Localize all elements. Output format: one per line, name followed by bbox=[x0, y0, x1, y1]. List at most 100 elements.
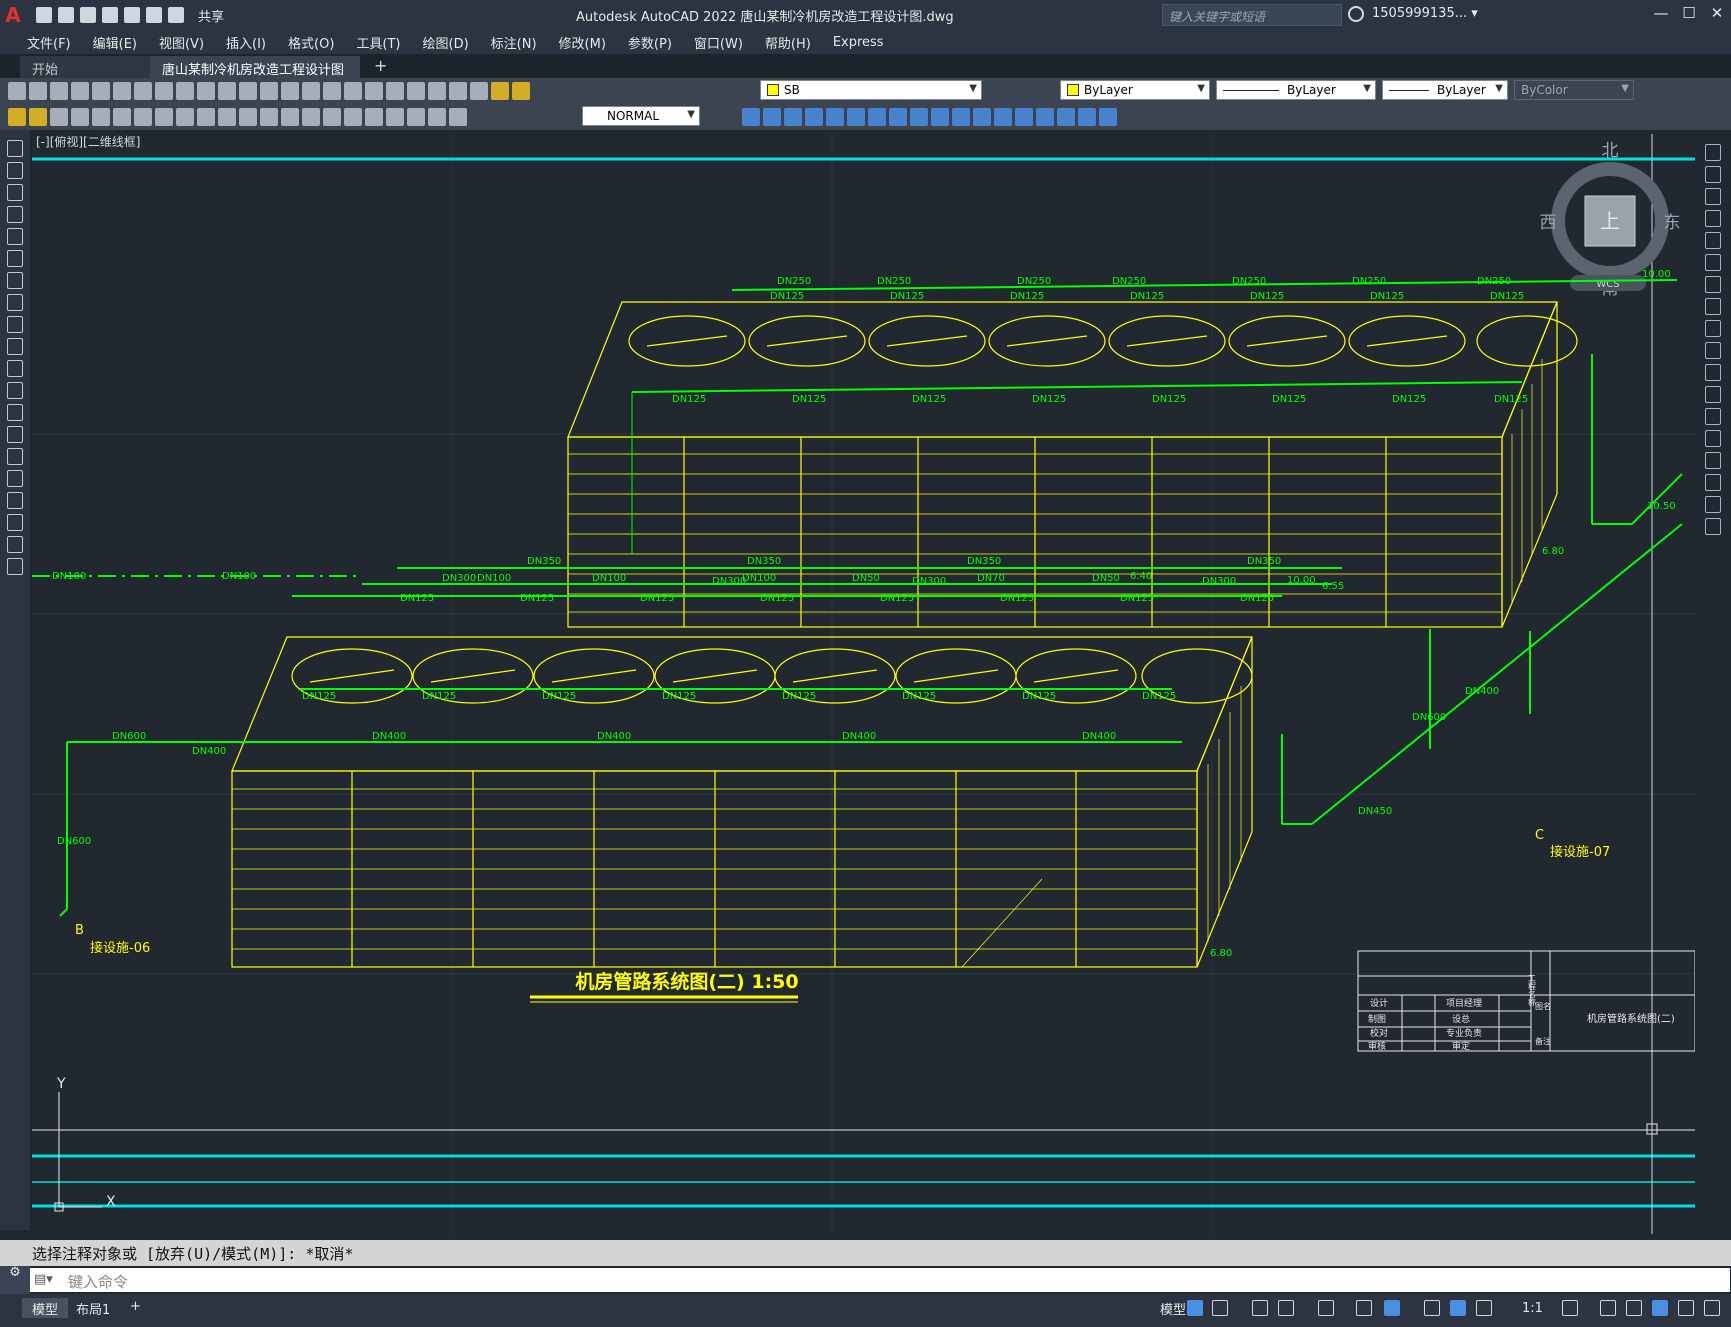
otrack-icon[interactable] bbox=[1356, 1300, 1372, 1316]
hatch-icon[interactable] bbox=[7, 448, 23, 465]
menu-parameter[interactable]: 参数(P) bbox=[617, 33, 683, 52]
dim-angular-icon[interactable] bbox=[197, 108, 215, 126]
user-account[interactable]: 1505999135... ▾ bbox=[1372, 6, 1478, 21]
tab-model[interactable]: 模型 bbox=[22, 1298, 69, 1318]
chamfer-tool-icon[interactable] bbox=[1705, 452, 1721, 469]
publish-icon[interactable] bbox=[113, 82, 131, 100]
preview-icon[interactable] bbox=[92, 82, 110, 100]
dim-aligned-icon[interactable] bbox=[71, 108, 89, 126]
qdim-icon[interactable] bbox=[218, 108, 236, 126]
gradient-icon[interactable] bbox=[7, 470, 23, 487]
viewcube-face[interactable]: 上 bbox=[1600, 209, 1620, 233]
tab-drawing[interactable]: 唐山某制冷机房改造工程设计图*✕ bbox=[150, 56, 360, 93]
quick-properties-icon[interactable] bbox=[1652, 1300, 1668, 1316]
chamfer-icon[interactable] bbox=[994, 108, 1012, 126]
plot-icon[interactable] bbox=[124, 7, 140, 23]
mtext-icon[interactable] bbox=[7, 536, 23, 553]
menu-help[interactable]: 帮助(H) bbox=[754, 33, 822, 52]
dim-edit-icon[interactable] bbox=[407, 108, 425, 126]
markup-icon[interactable] bbox=[407, 82, 425, 100]
move-icon[interactable] bbox=[826, 108, 844, 126]
scale-icon[interactable] bbox=[868, 108, 886, 126]
workspace-gear-icon[interactable] bbox=[1562, 1300, 1578, 1316]
cut-icon[interactable] bbox=[134, 82, 152, 100]
wrench-icon[interactable]: ⚙ bbox=[0, 1265, 30, 1280]
rotate-tool-icon[interactable] bbox=[1705, 276, 1721, 293]
menu-window[interactable]: 窗口(W) bbox=[683, 33, 754, 52]
array-tool-icon[interactable] bbox=[1705, 232, 1721, 249]
compass-north[interactable]: 北 bbox=[1602, 141, 1619, 161]
command-prompt-icon[interactable]: ▤▾ bbox=[34, 1272, 53, 1287]
extend-icon[interactable] bbox=[931, 108, 949, 126]
layer-on-icon[interactable] bbox=[491, 82, 509, 100]
break-icon[interactable] bbox=[952, 108, 970, 126]
menu-format[interactable]: 格式(O) bbox=[277, 33, 345, 52]
dim-update-icon[interactable] bbox=[449, 108, 467, 126]
copy-tool-icon[interactable] bbox=[1705, 166, 1721, 183]
redo-toolbar-icon[interactable] bbox=[239, 82, 257, 100]
linetype-dropdown[interactable]: ByLayer ▼ bbox=[1216, 80, 1376, 100]
compass-west[interactable]: 西 bbox=[1540, 213, 1557, 233]
polygon-icon[interactable] bbox=[7, 206, 23, 223]
pan-icon[interactable] bbox=[260, 82, 278, 100]
stretch-tool-icon[interactable] bbox=[1705, 320, 1721, 337]
grid-icon[interactable] bbox=[1187, 1300, 1203, 1316]
jogged-linear-icon[interactable] bbox=[386, 108, 404, 126]
autocad-logo-icon[interactable]: A bbox=[0, 0, 26, 30]
insert-block-icon[interactable] bbox=[7, 382, 23, 399]
rectangle-icon[interactable] bbox=[7, 228, 23, 245]
dim-continue-icon[interactable] bbox=[260, 108, 278, 126]
dim-space-icon[interactable] bbox=[281, 108, 299, 126]
menu-dimension[interactable]: 标注(N) bbox=[480, 33, 548, 52]
menu-insert[interactable]: 插入(I) bbox=[215, 33, 277, 52]
move-tool-icon[interactable] bbox=[1705, 254, 1721, 271]
join-tool-icon[interactable] bbox=[1705, 430, 1721, 447]
mirror-icon[interactable] bbox=[763, 108, 781, 126]
share-button[interactable]: 共享 bbox=[198, 6, 224, 25]
circle-icon[interactable] bbox=[7, 272, 23, 289]
sheet-set-icon[interactable] bbox=[386, 82, 404, 100]
tool-palette-icon[interactable] bbox=[365, 82, 383, 100]
region-icon[interactable] bbox=[7, 492, 23, 509]
polyline-icon[interactable] bbox=[7, 184, 23, 201]
erase-icon[interactable] bbox=[1057, 108, 1075, 126]
undo-toolbar-icon[interactable] bbox=[218, 82, 236, 100]
fillet-tool-icon[interactable] bbox=[1705, 474, 1721, 491]
design-center-icon[interactable] bbox=[344, 82, 362, 100]
erase-tool-icon[interactable] bbox=[1705, 144, 1721, 161]
textstyle-dropdown[interactable]: NORMAL ▼ bbox=[582, 106, 700, 126]
ellipse-icon[interactable] bbox=[7, 338, 23, 355]
revcloud-icon[interactable] bbox=[7, 294, 23, 311]
qnew-icon[interactable] bbox=[8, 82, 26, 100]
trim-tool-icon[interactable] bbox=[1705, 342, 1721, 359]
dim-baseline-icon[interactable] bbox=[239, 108, 257, 126]
offset-tool-icon[interactable] bbox=[1705, 210, 1721, 227]
spline-icon[interactable] bbox=[7, 316, 23, 333]
matchprop-icon[interactable] bbox=[197, 82, 215, 100]
join-icon[interactable] bbox=[973, 108, 991, 126]
dim-radius-icon[interactable] bbox=[134, 108, 152, 126]
dim-diameter-icon[interactable] bbox=[176, 108, 194, 126]
auto-scale-icon[interactable] bbox=[1476, 1300, 1492, 1316]
add-selected-icon[interactable] bbox=[7, 558, 23, 575]
extend-tool-icon[interactable] bbox=[1705, 364, 1721, 381]
menu-draw[interactable]: 绘图(D) bbox=[412, 33, 480, 52]
undo-icon[interactable] bbox=[146, 7, 162, 23]
arc-icon[interactable] bbox=[7, 250, 23, 267]
rotate-icon[interactable] bbox=[847, 108, 865, 126]
osnap-icon[interactable] bbox=[1384, 1300, 1400, 1316]
dim-ordinate-icon[interactable] bbox=[113, 108, 131, 126]
paste-icon[interactable] bbox=[176, 82, 194, 100]
tolerance-icon[interactable] bbox=[323, 108, 341, 126]
lineweight-dropdown[interactable]: ByLayer ▼ bbox=[1382, 80, 1508, 100]
center-mark-icon[interactable] bbox=[344, 108, 362, 126]
command-input[interactable]: 键入命令 bbox=[30, 1268, 1730, 1292]
inspect-icon[interactable] bbox=[365, 108, 383, 126]
minimize-button[interactable]: — bbox=[1650, 4, 1672, 24]
drawing-canvas[interactable]: [-][俯视][二维线框] 上 北 南 东 西 WCS bbox=[32, 134, 1695, 1234]
menu-view[interactable]: 视图(V) bbox=[148, 33, 215, 52]
menu-express[interactable]: Express bbox=[822, 35, 895, 50]
help-icon[interactable] bbox=[449, 82, 467, 100]
point-icon[interactable] bbox=[7, 426, 23, 443]
layer-dropdown[interactable]: SB ▼ bbox=[760, 80, 982, 100]
